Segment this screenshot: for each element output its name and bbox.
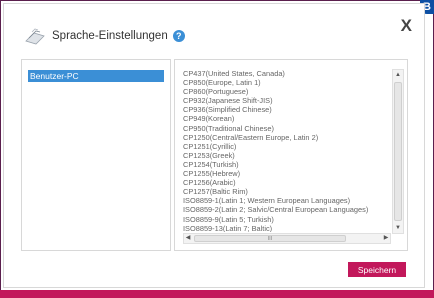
- codepage-item[interactable]: ISO8859-2(Latin 2; Salvic/Central Europe…: [183, 205, 391, 214]
- vertical-scrollbar[interactable]: ▲ ▼: [392, 69, 404, 234]
- scroll-up-icon[interactable]: ▲: [393, 70, 403, 80]
- codepage-item[interactable]: CP1253(Greek): [183, 151, 391, 160]
- horizontal-scroll-thumb[interactable]: III: [194, 235, 346, 242]
- codepage-item[interactable]: CP1250(Central/Eastern Europe, Latin 2): [183, 133, 391, 142]
- codepage-item[interactable]: ISO8859-9(Latin 5; Turkish): [183, 215, 391, 224]
- close-icon[interactable]: X: [401, 16, 412, 36]
- codepage-list-box: CP437(United States, Canada) CP850(Europ…: [174, 59, 408, 251]
- codepage-item[interactable]: CP949(Korean): [183, 114, 391, 123]
- codepage-item[interactable]: CP932(Japanese Shift-JIS): [183, 96, 391, 105]
- horizontal-scrollbar[interactable]: ◀ III ▶: [183, 233, 391, 244]
- save-button[interactable]: Speichern: [348, 262, 406, 277]
- codepage-item[interactable]: CP1256(Arabic): [183, 178, 391, 187]
- codepage-item[interactable]: CP860(Portuguese): [183, 87, 391, 96]
- vertical-scroll-thumb[interactable]: [394, 82, 402, 221]
- dialog-header: Sprache-Einstellungen ?: [24, 24, 404, 48]
- language-settings-dialog: Sprache-Einstellungen ? X Benutzer-PC CP…: [3, 3, 425, 288]
- language-settings-icon: [25, 28, 45, 45]
- codepage-item[interactable]: CP950(Traditional Chinese): [183, 124, 391, 133]
- codepage-item[interactable]: CP1251(Cyrillic): [183, 142, 391, 151]
- device-list: Benutzer-PC: [21, 59, 171, 251]
- codepage-item[interactable]: ISO8859-13(Latin 7; Baltic): [183, 224, 391, 232]
- codepage-item[interactable]: ISO8859-1(Latin 1; Western European Lang…: [183, 196, 391, 205]
- dialog-title: Sprache-Einstellungen: [52, 30, 168, 42]
- codepage-item[interactable]: CP1254(Turkish): [183, 160, 391, 169]
- codepage-item[interactable]: CP850(Europe, Latin 1): [183, 78, 391, 87]
- window-bottom-bar: [0, 290, 434, 298]
- scroll-right-icon[interactable]: ▶: [382, 234, 390, 243]
- device-list-item[interactable]: Benutzer-PC: [28, 70, 164, 82]
- codepage-list: CP437(United States, Canada) CP850(Europ…: [183, 69, 391, 232]
- scroll-down-icon[interactable]: ▼: [393, 223, 403, 233]
- scroll-left-icon[interactable]: ◀: [184, 234, 192, 243]
- codepage-item[interactable]: CP1255(Hebrew): [183, 169, 391, 178]
- codepage-item[interactable]: CP437(United States, Canada): [183, 69, 391, 78]
- help-icon[interactable]: ?: [172, 30, 185, 42]
- codepage-item[interactable]: CP1257(Baltic Rim): [183, 187, 391, 196]
- codepage-item[interactable]: CP936(Simplified Chinese): [183, 105, 391, 114]
